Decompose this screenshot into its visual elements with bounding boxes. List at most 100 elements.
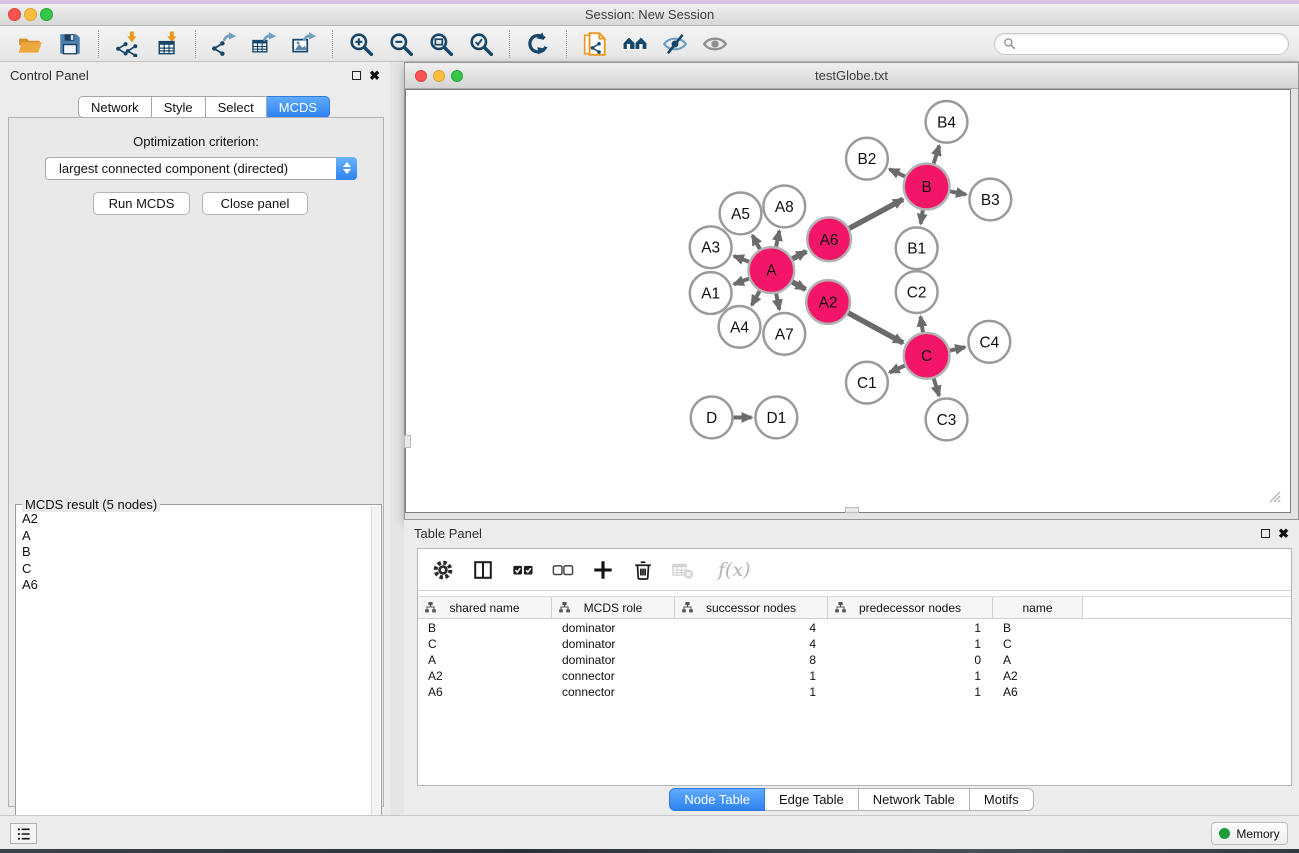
zoom-selected-icon[interactable] (464, 29, 498, 59)
export-image-icon[interactable] (287, 29, 321, 59)
graph-node-A2[interactable]: A2 (806, 280, 850, 324)
graph-node-A4[interactable]: A4 (719, 306, 761, 348)
select-all-icon[interactable] (508, 555, 538, 585)
column-header-name[interactable]: name (993, 597, 1083, 618)
table-cell[interactable]: dominator (552, 637, 675, 651)
network-zoom-button[interactable] (451, 70, 463, 82)
table-row[interactable]: A6connector11A6 (418, 684, 1291, 700)
memory-button[interactable]: Memory (1211, 822, 1288, 845)
tab-style[interactable]: Style (152, 96, 206, 118)
table-cell[interactable]: 1 (828, 685, 993, 699)
result-item[interactable]: A (16, 528, 371, 545)
table-cell[interactable]: A2 (418, 669, 552, 683)
column-browser-icon[interactable] (468, 555, 498, 585)
table-row[interactable]: Adominator80A (418, 652, 1291, 668)
add-column-icon[interactable] (588, 555, 618, 585)
run-mcds-button[interactable]: Run MCDS (93, 192, 190, 215)
resize-grip-icon[interactable] (1268, 490, 1281, 503)
zoom-in-icon[interactable] (344, 29, 378, 59)
horizontal-scroll-mark[interactable] (845, 507, 859, 513)
edge-A-A7[interactable] (776, 294, 779, 310)
result-item[interactable]: C (16, 561, 371, 578)
criterion-dropdown[interactable]: largest connected component (directed) (45, 157, 357, 180)
table-row[interactable]: Bdominator41B (418, 620, 1291, 636)
result-item[interactable]: A6 (16, 577, 371, 594)
table-cell[interactable]: dominator (552, 621, 675, 635)
float-panel-icon[interactable] (352, 71, 361, 80)
tab-mcds[interactable]: MCDS (267, 96, 330, 118)
edge-A-A8[interactable] (776, 231, 779, 247)
edge-B-B3[interactable] (950, 191, 966, 194)
table-cell[interactable]: A6 (418, 685, 552, 699)
show-all-icon[interactable] (698, 29, 732, 59)
table-cell[interactable]: A (993, 653, 1083, 667)
column-header-shared-name[interactable]: shared name (418, 597, 552, 618)
apply-layout-icon[interactable] (521, 29, 555, 59)
tab-network-table[interactable]: Network Table (859, 788, 970, 811)
mcds-result-list[interactable]: A2ABCA6 (16, 511, 371, 851)
graph-node-A3[interactable]: A3 (690, 226, 732, 268)
edge-A-A6[interactable] (792, 251, 806, 258)
edge-A-A1[interactable] (734, 279, 749, 285)
result-scrollbar[interactable] (371, 506, 380, 852)
graph-node-A1[interactable]: A1 (690, 272, 732, 314)
edge-A-A4[interactable] (752, 291, 760, 305)
close-panel-icon[interactable]: ✖ (1278, 529, 1289, 538)
hide-selected-icon[interactable] (658, 29, 692, 59)
graph-node-A[interactable]: A (748, 247, 794, 293)
table-cell[interactable]: 1 (675, 685, 828, 699)
table-cell[interactable]: 1 (675, 669, 828, 683)
network-minimize-button[interactable] (433, 70, 445, 82)
graph-node-B2[interactable]: B2 (846, 138, 888, 180)
tab-node-table[interactable]: Node Table (669, 788, 765, 811)
table-cell[interactable]: 4 (675, 621, 828, 635)
zoom-fit-icon[interactable] (424, 29, 458, 59)
column-header-MCDS-role[interactable]: MCDS role (552, 597, 675, 618)
table-cell[interactable]: 1 (828, 637, 993, 651)
export-table-icon[interactable] (247, 29, 281, 59)
graph-node-A7[interactable]: A7 (763, 313, 805, 355)
table-row[interactable]: Cdominator41C (418, 636, 1291, 652)
close-panel-icon[interactable]: ✖ (369, 71, 380, 80)
network-close-button[interactable] (415, 70, 427, 82)
search-input[interactable] (1021, 37, 1280, 51)
graph-node-C4[interactable]: C4 (968, 321, 1010, 363)
deselect-all-icon[interactable] (548, 555, 578, 585)
result-item[interactable]: A2 (16, 511, 371, 528)
column-header-predecessor-nodes[interactable]: predecessor nodes (828, 597, 993, 618)
edge-B-B4[interactable] (934, 146, 940, 164)
graph-node-D1[interactable]: D1 (755, 397, 797, 439)
graph-node-C[interactable]: C (904, 333, 950, 379)
edge-C-C2[interactable] (921, 317, 923, 333)
table-cell[interactable]: A2 (993, 669, 1083, 683)
import-table-icon[interactable] (150, 29, 184, 59)
close-panel-button[interactable]: Close panel (202, 192, 308, 215)
column-header-successor-nodes[interactable]: successor nodes (675, 597, 828, 618)
network-from-file-icon[interactable] (578, 29, 612, 59)
table-cell[interactable]: 1 (828, 621, 993, 635)
table-cell[interactable]: connector (552, 685, 675, 699)
table-cell[interactable]: dominator (552, 653, 675, 667)
edge-A-A3[interactable] (734, 256, 749, 262)
table-settings-icon[interactable] (428, 555, 458, 585)
graph-node-B4[interactable]: B4 (926, 101, 968, 143)
table-cell[interactable]: B (993, 621, 1083, 635)
home-neighbors-icon[interactable] (618, 29, 652, 59)
import-network-icon[interactable] (110, 29, 144, 59)
network-canvas[interactable]: AA2A6BCA1A3A4A5A7A8B1B2B3B4C1C2C3C4DD1 (405, 89, 1291, 513)
task-history-button[interactable] (10, 823, 37, 844)
edge-A-A5[interactable] (752, 235, 760, 249)
edge-A2-C[interactable] (848, 313, 903, 343)
edge-A6-B[interactable] (849, 199, 903, 228)
network-window-titlebar[interactable]: testGlobe.txt (405, 63, 1298, 89)
graph-node-C1[interactable]: C1 (846, 362, 888, 404)
delete-column-icon[interactable] (628, 555, 658, 585)
search-box[interactable] (994, 33, 1289, 55)
graph-node-D[interactable]: D (691, 397, 733, 439)
table-cell[interactable]: A6 (993, 685, 1083, 699)
edge-A-A2[interactable] (792, 282, 805, 289)
graph-node-B3[interactable]: B3 (969, 179, 1011, 221)
graph-node-C3[interactable]: C3 (926, 399, 968, 441)
minimize-window-button[interactable] (24, 8, 37, 21)
table-cell[interactable]: C (993, 637, 1083, 651)
